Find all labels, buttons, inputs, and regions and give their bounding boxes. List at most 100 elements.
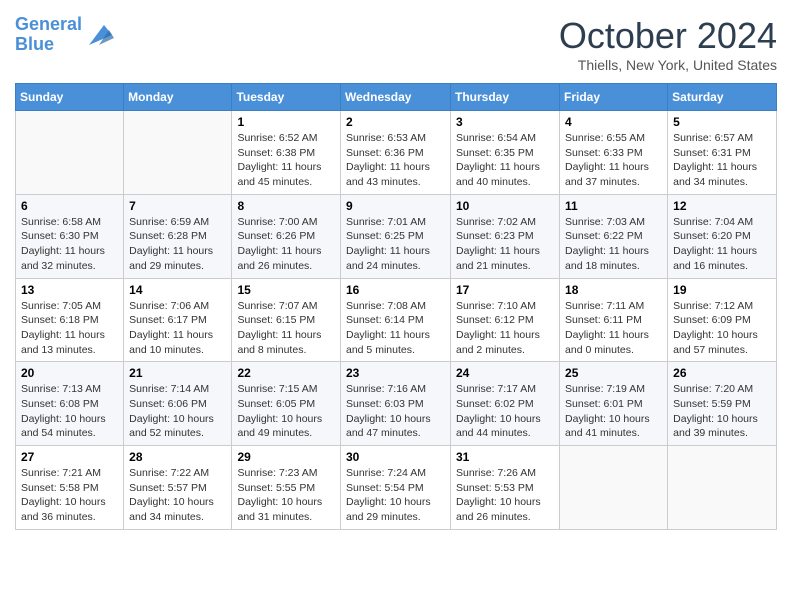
day-info: Sunrise: 7:16 AMSunset: 6:03 PMDaylight:…	[346, 382, 445, 441]
logo: GeneralBlue	[15, 15, 114, 55]
calendar-cell: 25 Sunrise: 7:19 AMSunset: 6:01 PMDayligh…	[560, 362, 668, 446]
day-info: Sunrise: 7:26 AMSunset: 5:53 PMDaylight:…	[456, 466, 554, 525]
calendar-cell: 30 Sunrise: 7:24 AMSunset: 5:54 PMDayligh…	[341, 446, 451, 530]
day-number: 16	[346, 283, 445, 297]
day-info: Sunrise: 7:04 AMSunset: 6:20 PMDaylight:…	[673, 215, 771, 274]
location: Thiells, New York, United States	[559, 57, 777, 73]
day-number: 19	[673, 283, 771, 297]
header-thursday: Thursday	[451, 84, 560, 111]
calendar-cell	[668, 446, 777, 530]
day-number: 6	[21, 199, 118, 213]
week-row-4: 20 Sunrise: 7:13 AMSunset: 6:08 PMDayligh…	[16, 362, 777, 446]
month-title: October 2024	[559, 15, 777, 57]
day-number: 3	[456, 115, 554, 129]
day-info: Sunrise: 7:23 AMSunset: 5:55 PMDaylight:…	[237, 466, 335, 525]
header-friday: Friday	[560, 84, 668, 111]
calendar-cell: 19 Sunrise: 7:12 AMSunset: 6:09 PMDayligh…	[668, 278, 777, 362]
day-number: 18	[565, 283, 662, 297]
calendar-cell: 28 Sunrise: 7:22 AMSunset: 5:57 PMDayligh…	[124, 446, 232, 530]
day-number: 30	[346, 450, 445, 464]
day-info: Sunrise: 7:20 AMSunset: 5:59 PMDaylight:…	[673, 382, 771, 441]
day-info: Sunrise: 7:19 AMSunset: 6:01 PMDaylight:…	[565, 382, 662, 441]
title-area: October 2024 Thiells, New York, United S…	[559, 15, 777, 73]
day-number: 21	[129, 366, 226, 380]
header-wednesday: Wednesday	[341, 84, 451, 111]
calendar-cell: 20 Sunrise: 7:13 AMSunset: 6:08 PMDayligh…	[16, 362, 124, 446]
day-number: 14	[129, 283, 226, 297]
day-number: 9	[346, 199, 445, 213]
header-saturday: Saturday	[668, 84, 777, 111]
day-info: Sunrise: 7:12 AMSunset: 6:09 PMDaylight:…	[673, 299, 771, 358]
calendar-cell: 18 Sunrise: 7:11 AMSunset: 6:11 PMDayligh…	[560, 278, 668, 362]
calendar-cell: 23Sunrise: 7:16 AMSunset: 6:03 PMDayligh…	[341, 362, 451, 446]
day-number: 17	[456, 283, 554, 297]
day-number: 4	[565, 115, 662, 129]
calendar-cell: 26 Sunrise: 7:20 AMSunset: 5:59 PMDayligh…	[668, 362, 777, 446]
day-info: Sunrise: 7:14 AMSunset: 6:06 PMDaylight:…	[129, 382, 226, 441]
calendar-cell: 10Sunrise: 7:02 AMSunset: 6:23 PMDayligh…	[451, 194, 560, 278]
day-number: 12	[673, 199, 771, 213]
day-info: Sunrise: 6:55 AMSunset: 6:33 PMDaylight:…	[565, 131, 662, 190]
header-monday: Monday	[124, 84, 232, 111]
day-info: Sunrise: 7:05 AMSunset: 6:18 PMDaylight:…	[21, 299, 118, 358]
day-info: Sunrise: 7:22 AMSunset: 5:57 PMDaylight:…	[129, 466, 226, 525]
calendar-cell: 9 Sunrise: 7:01 AMSunset: 6:25 PMDaylight…	[341, 194, 451, 278]
calendar-cell	[124, 111, 232, 195]
day-number: 13	[21, 283, 118, 297]
day-info: Sunrise: 7:01 AMSunset: 6:25 PMDaylight:…	[346, 215, 445, 274]
day-info: Sunrise: 7:08 AMSunset: 6:14 PMDaylight:…	[346, 299, 445, 358]
day-info: Sunrise: 6:59 AMSunset: 6:28 PMDaylight:…	[129, 215, 226, 274]
week-row-2: 6 Sunrise: 6:58 AMSunset: 6:30 PMDaylight…	[16, 194, 777, 278]
day-number: 24	[456, 366, 554, 380]
calendar-cell	[560, 446, 668, 530]
day-number: 27	[21, 450, 118, 464]
day-number: 20	[21, 366, 118, 380]
day-info: Sunrise: 7:17 AMSunset: 6:02 PMDaylight:…	[456, 382, 554, 441]
day-info: Sunrise: 7:24 AMSunset: 5:54 PMDaylight:…	[346, 466, 445, 525]
calendar-cell: 2 Sunrise: 6:53 AMSunset: 6:36 PMDaylight…	[341, 111, 451, 195]
calendar-table: SundayMondayTuesdayWednesdayThursdayFrid…	[15, 83, 777, 530]
calendar-cell: 3Sunrise: 6:54 AMSunset: 6:35 PMDaylight…	[451, 111, 560, 195]
calendar-cell: 31Sunrise: 7:26 AMSunset: 5:53 PMDayligh…	[451, 446, 560, 530]
day-number: 28	[129, 450, 226, 464]
header-sunday: Sunday	[16, 84, 124, 111]
calendar-cell	[16, 111, 124, 195]
logo-icon	[84, 20, 114, 50]
day-info: Sunrise: 7:03 AMSunset: 6:22 PMDaylight:…	[565, 215, 662, 274]
day-info: Sunrise: 7:15 AMSunset: 6:05 PMDaylight:…	[237, 382, 335, 441]
day-info: Sunrise: 7:11 AMSunset: 6:11 PMDaylight:…	[565, 299, 662, 358]
day-info: Sunrise: 6:53 AMSunset: 6:36 PMDaylight:…	[346, 131, 445, 190]
calendar-cell: 7Sunrise: 6:59 AMSunset: 6:28 PMDaylight…	[124, 194, 232, 278]
day-number: 2	[346, 115, 445, 129]
calendar-cell: 11Sunrise: 7:03 AMSunset: 6:22 PMDayligh…	[560, 194, 668, 278]
calendar-cell: 21 Sunrise: 7:14 AMSunset: 6:06 PMDayligh…	[124, 362, 232, 446]
day-info: Sunrise: 7:02 AMSunset: 6:23 PMDaylight:…	[456, 215, 554, 274]
calendar-cell: 24 Sunrise: 7:17 AMSunset: 6:02 PMDayligh…	[451, 362, 560, 446]
calendar-cell: 27Sunrise: 7:21 AMSunset: 5:58 PMDayligh…	[16, 446, 124, 530]
day-info: Sunrise: 7:10 AMSunset: 6:12 PMDaylight:…	[456, 299, 554, 358]
day-number: 15	[237, 283, 335, 297]
day-info: Sunrise: 6:58 AMSunset: 6:30 PMDaylight:…	[21, 215, 118, 274]
day-info: Sunrise: 7:13 AMSunset: 6:08 PMDaylight:…	[21, 382, 118, 441]
week-row-3: 13 Sunrise: 7:05 AMSunset: 6:18 PMDayligh…	[16, 278, 777, 362]
calendar-cell: 4 Sunrise: 6:55 AMSunset: 6:33 PMDaylight…	[560, 111, 668, 195]
day-info: Sunrise: 7:07 AMSunset: 6:15 PMDaylight:…	[237, 299, 335, 358]
header-tuesday: Tuesday	[232, 84, 341, 111]
day-number: 26	[673, 366, 771, 380]
day-number: 29	[237, 450, 335, 464]
day-number: 25	[565, 366, 662, 380]
calendar-cell: 1 Sunrise: 6:52 AMSunset: 6:38 PMDaylight…	[232, 111, 341, 195]
calendar-cell: 14 Sunrise: 7:06 AMSunset: 6:17 PMDayligh…	[124, 278, 232, 362]
week-row-5: 27Sunrise: 7:21 AMSunset: 5:58 PMDayligh…	[16, 446, 777, 530]
week-row-1: 1 Sunrise: 6:52 AMSunset: 6:38 PMDaylight…	[16, 111, 777, 195]
page-header: GeneralBlue October 2024 Thiells, New Yo…	[15, 15, 777, 73]
day-number: 8	[237, 199, 335, 213]
calendar-cell: 17 Sunrise: 7:10 AMSunset: 6:12 PMDayligh…	[451, 278, 560, 362]
day-info: Sunrise: 7:06 AMSunset: 6:17 PMDaylight:…	[129, 299, 226, 358]
day-info: Sunrise: 6:52 AMSunset: 6:38 PMDaylight:…	[237, 131, 335, 190]
calendar-cell: 16 Sunrise: 7:08 AMSunset: 6:14 PMDayligh…	[341, 278, 451, 362]
day-number: 1	[237, 115, 335, 129]
day-info: Sunrise: 6:57 AMSunset: 6:31 PMDaylight:…	[673, 131, 771, 190]
calendar-cell: 8Sunrise: 7:00 AMSunset: 6:26 PMDaylight…	[232, 194, 341, 278]
calendar-cell: 12 Sunrise: 7:04 AMSunset: 6:20 PMDayligh…	[668, 194, 777, 278]
